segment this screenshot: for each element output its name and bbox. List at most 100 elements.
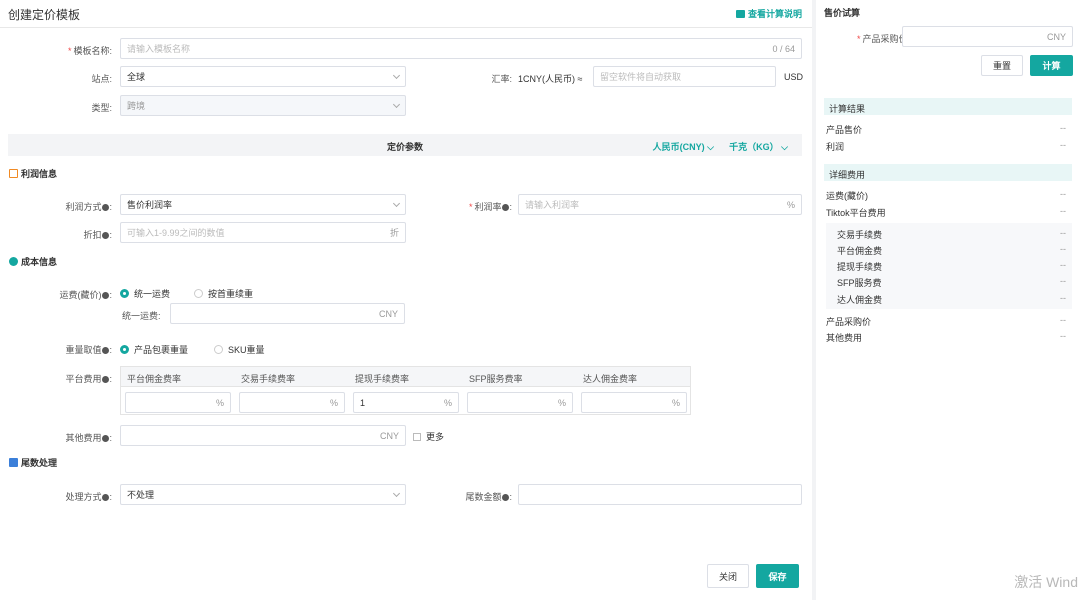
help-link-label: 查看计算说明 [747,9,802,19]
weight-label: 重量取值: [65,345,112,355]
fee-input-creator[interactable]: % [581,392,687,413]
currency-select[interactable]: 人民币(CNY) ⌵ [653,140,714,153]
profit-method-select[interactable]: 售价利润率 [120,194,406,215]
detail-sub-row: 平台佣金费 -- [837,244,1066,256]
discount-placeholder: 可输入1-9.99之间的数值 [127,228,225,238]
book-icon [735,9,745,18]
profit-section-title: 利润信息 [9,167,57,180]
save-button[interactable]: 保存 [756,564,799,588]
question-icon [102,347,110,354]
windows-activation-watermark: 激活 Wind [1014,574,1078,590]
fee-input-commission[interactable]: % [125,392,231,413]
site-label: 站点: [91,74,112,84]
unified-shipping-suffix: CNY [378,308,398,319]
close-button[interactable]: 关闭 [707,564,749,588]
tail-method-select[interactable]: 不处理 [120,484,406,505]
purchase-price-input[interactable]: CNY [902,26,1073,47]
question-icon [502,494,510,501]
detail-row: 其他费用 -- [826,331,1066,343]
fee-header-commission: 平台佣金费率 [127,374,182,384]
side-title: 售价试算 [824,8,861,18]
other-fee-input[interactable]: CNY [120,425,406,446]
result-row: 利润 -- [826,140,1066,152]
detail-sub-row: 达人佣金费 -- [837,293,1066,305]
shipping-option-weight[interactable]: 按首重续重 [194,287,253,300]
calculate-button[interactable]: 计算 [1030,55,1073,76]
question-icon [102,494,110,501]
discount-input[interactable]: 可输入1-9.99之间的数值 折 [120,222,406,243]
question-icon [102,292,110,299]
template-name-placeholder: 请输入模板名称 [127,44,191,54]
weight-option-package[interactable]: 产品包裹重量 [120,343,188,356]
unit-select[interactable]: 千克（KG） ⌵ [729,140,788,153]
detail-section-header: 详细费用 [824,164,1072,181]
detail-row: Tiktok平台费用 -- [826,206,1066,218]
question-icon [102,204,110,211]
template-name-label: * 模板名称: [67,46,112,56]
radio-unchecked-icon [214,345,223,354]
result-row: 产品售价 -- [826,123,1066,135]
chevron-down-icon [392,489,401,497]
question-icon [102,232,110,239]
exchange-prefix: 1CNY(人民币) ≈ [518,74,583,84]
platform-fee-label: 平台费用: [65,374,112,384]
more-checkbox[interactable]: 更多 [413,430,444,443]
fee-header-creator: 达人佣金费率 [583,374,638,384]
profit-rate-placeholder: 请输入利润率 [525,200,580,210]
fee-input-sfp[interactable]: % [467,392,573,413]
profit-icon [9,169,18,178]
reset-button[interactable]: 重置 [981,55,1023,76]
site-value: 全球 [127,72,146,82]
fee-input-transaction[interactable]: % [239,392,345,413]
profit-rate-suffix: % [786,199,795,210]
chevron-down-icon [392,71,401,79]
chevron-down-icon [392,100,401,108]
tail-method-label: 处理方式: [65,492,112,502]
question-icon [102,376,110,383]
discount-label: 折扣: [83,230,112,240]
template-name-counter: 0 / 64 [772,43,795,54]
question-icon [502,204,510,211]
fee-header-withdraw: 提现手续费率 [355,374,410,384]
page-title: 创建定价模板 [8,8,81,22]
fee-header-sfp: SFP服务费率 [469,374,523,384]
detail-row: 产品采购价 -- [826,315,1066,327]
fee-input-withdraw[interactable]: 1% [353,392,459,413]
header-divider [0,27,812,28]
radio-checked-icon [120,289,129,298]
detail-sub-row: 交易手续费 -- [837,228,1066,240]
pricing-params-bar: 定价参数 人民币(CNY) ⌵ 千克（KG） ⌵ [8,134,802,156]
exchange-label: 汇率: [491,74,512,84]
shipping-option-unified[interactable]: 统一运费 [120,287,170,300]
tail-amount-input[interactable] [518,484,802,505]
profit-rate-input[interactable]: 请输入利润率 % [518,194,802,215]
detail-row: 运费(藏价) -- [826,189,1066,201]
unified-shipping-input[interactable]: CNY [170,303,405,324]
site-select[interactable]: 全球 [120,66,406,87]
other-fee-suffix: CNY [379,430,399,441]
exchange-placeholder: 留空软件将自动获取 [600,72,682,82]
type-select[interactable]: 跨境 [120,95,406,116]
profit-rate-label: * 利润率: [468,202,512,212]
weight-option-sku[interactable]: SKU重量 [214,343,265,356]
exchange-suffix: USD [784,72,804,82]
tail-amount-label: 尾数金额: [465,492,512,502]
cost-icon [9,257,18,266]
exchange-rate-input[interactable]: 留空软件将自动获取 [593,66,776,87]
detail-sub-row: SFP服务费 -- [837,276,1066,288]
discount-suffix: 折 [389,228,399,238]
price-trial-panel: 售价试算 * 产品采购价: CNY 重置 计算 计算结果 产品售价 -- 利润 -- … [816,0,1080,600]
tail-icon [9,458,18,467]
purchase-price-suffix: CNY [1046,31,1066,42]
question-icon [102,435,110,442]
radio-unchecked-icon [194,289,203,298]
type-label: 类型: [91,103,112,113]
profit-method-label: 利润方式: [65,202,112,212]
main-panel: 创建定价模板 查看计算说明 * 模板名称: 请输入模板名称 0 / 64 站点: … [0,0,812,600]
other-fee-label: 其他费用: [65,433,112,443]
fee-header-transaction: 交易手续费率 [241,374,296,384]
cost-section-title: 成本信息 [9,255,57,268]
tail-section-title: 尾数处理 [9,456,57,469]
template-name-input[interactable]: 请输入模板名称 0 / 64 [120,38,802,59]
help-link[interactable]: 查看计算说明 [735,7,802,20]
